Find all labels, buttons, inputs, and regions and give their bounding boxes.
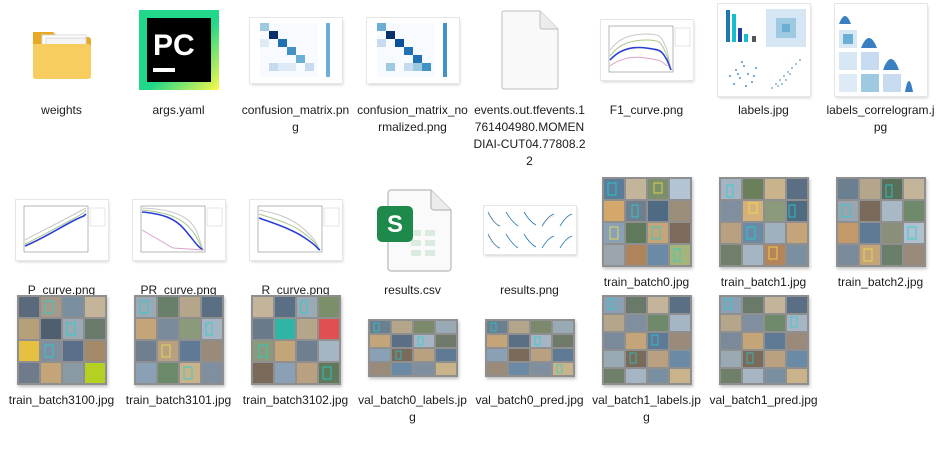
file-confusion-matrix[interactable]: confusion_matrix.png bbox=[237, 0, 354, 165]
file-train-batch2[interactable]: train_batch2.jpg bbox=[822, 172, 939, 337]
file-name: train_batch3102.jpg bbox=[242, 393, 349, 407]
file-name: train_batch3100.jpg bbox=[8, 393, 115, 407]
image-mosaic-thumbnail bbox=[718, 177, 809, 267]
file-labels[interactable]: labels.jpg bbox=[705, 0, 822, 165]
file-train-batch3102[interactable]: train_batch3102.jpg bbox=[237, 290, 354, 455]
file-name: events.out.tfevents.1761404980.MOMENDIAI… bbox=[473, 103, 586, 168]
spreadsheet-badge: S bbox=[386, 211, 402, 238]
file-val-batch1-pred[interactable]: val_batch1_pred.jpg bbox=[705, 290, 822, 455]
file-events-tfevents[interactable]: events.out.tfevents.1761404980.MOMENDIAI… bbox=[471, 0, 588, 168]
labels-correlogram-thumbnail bbox=[834, 4, 927, 96]
file-explorer-view: { "files": [ {"name": "weights", "icon":… bbox=[0, 0, 949, 475]
pycharm-icon: PC bbox=[138, 10, 219, 90]
labels-thumbnail bbox=[717, 4, 810, 96]
file-name: F1_curve.png bbox=[609, 103, 684, 117]
file-train-batch3101[interactable]: train_batch3101.jpg bbox=[120, 290, 237, 455]
file-name: confusion_matrix.png bbox=[241, 103, 350, 134]
r-curve-thumbnail bbox=[249, 200, 342, 260]
image-mosaic-thumbnail bbox=[835, 177, 926, 267]
blank-document-icon bbox=[500, 10, 559, 90]
confusion-matrix-thumbnail bbox=[249, 17, 342, 83]
spreadsheet-icon: S bbox=[376, 189, 452, 272]
image-mosaic-thumbnail bbox=[718, 295, 809, 385]
file-name: train_batch3101.jpg bbox=[125, 393, 232, 407]
file-val-batch1-labels[interactable]: val_batch1_labels.jpg bbox=[588, 290, 705, 455]
results-thumbnail bbox=[483, 206, 576, 254]
file-name: train_batch2.jpg bbox=[837, 275, 924, 289]
folder-icon bbox=[32, 32, 91, 79]
file-f1-curve[interactable]: F1_curve.png bbox=[588, 0, 705, 165]
file-name: train_batch1.jpg bbox=[720, 275, 807, 289]
image-mosaic-thumbnail bbox=[367, 319, 458, 377]
file-labels-correlogram[interactable]: labels_correlogram.jpg bbox=[822, 0, 939, 165]
file-name: val_batch1_labels.jpg bbox=[592, 393, 701, 424]
image-mosaic-thumbnail bbox=[484, 319, 575, 377]
file-confusion-matrix-normalized[interactable]: confusion_matrix_normalized.png bbox=[354, 0, 471, 165]
file-val-batch0-labels[interactable]: val_batch0_labels.jpg bbox=[354, 290, 471, 455]
f1-curve-thumbnail bbox=[600, 20, 693, 80]
image-mosaic-thumbnail bbox=[601, 295, 692, 385]
file-name: val_batch0_labels.jpg bbox=[358, 393, 467, 424]
file-val-batch0-pred[interactable]: val_batch0_pred.jpg bbox=[471, 290, 588, 455]
image-mosaic-thumbnail bbox=[250, 295, 341, 385]
file-args-yaml[interactable]: PC args.yaml bbox=[120, 0, 237, 165]
file-weights[interactable]: weights bbox=[3, 0, 120, 165]
image-mosaic-thumbnail bbox=[133, 295, 224, 385]
svg-text:PC: PC bbox=[153, 29, 195, 62]
confusion-matrix-normalized-thumbnail bbox=[366, 17, 459, 83]
file-name: labels_correlogram.jpg bbox=[826, 103, 935, 134]
file-name: val_batch1_pred.jpg bbox=[709, 393, 818, 407]
file-name: weights bbox=[41, 103, 82, 117]
file-train-batch3100[interactable]: train_batch3100.jpg bbox=[3, 290, 120, 455]
file-name: args.yaml bbox=[152, 103, 205, 117]
p-curve-thumbnail bbox=[15, 200, 108, 260]
file-name: train_batch0.jpg bbox=[603, 275, 690, 289]
image-mosaic-thumbnail bbox=[16, 295, 107, 385]
file-name: labels.jpg bbox=[738, 103, 789, 117]
image-mosaic-thumbnail bbox=[601, 177, 692, 267]
pr-curve-thumbnail bbox=[132, 200, 225, 260]
file-name: val_batch0_pred.jpg bbox=[475, 393, 584, 407]
file-name: confusion_matrix_normalized.png bbox=[357, 103, 468, 134]
